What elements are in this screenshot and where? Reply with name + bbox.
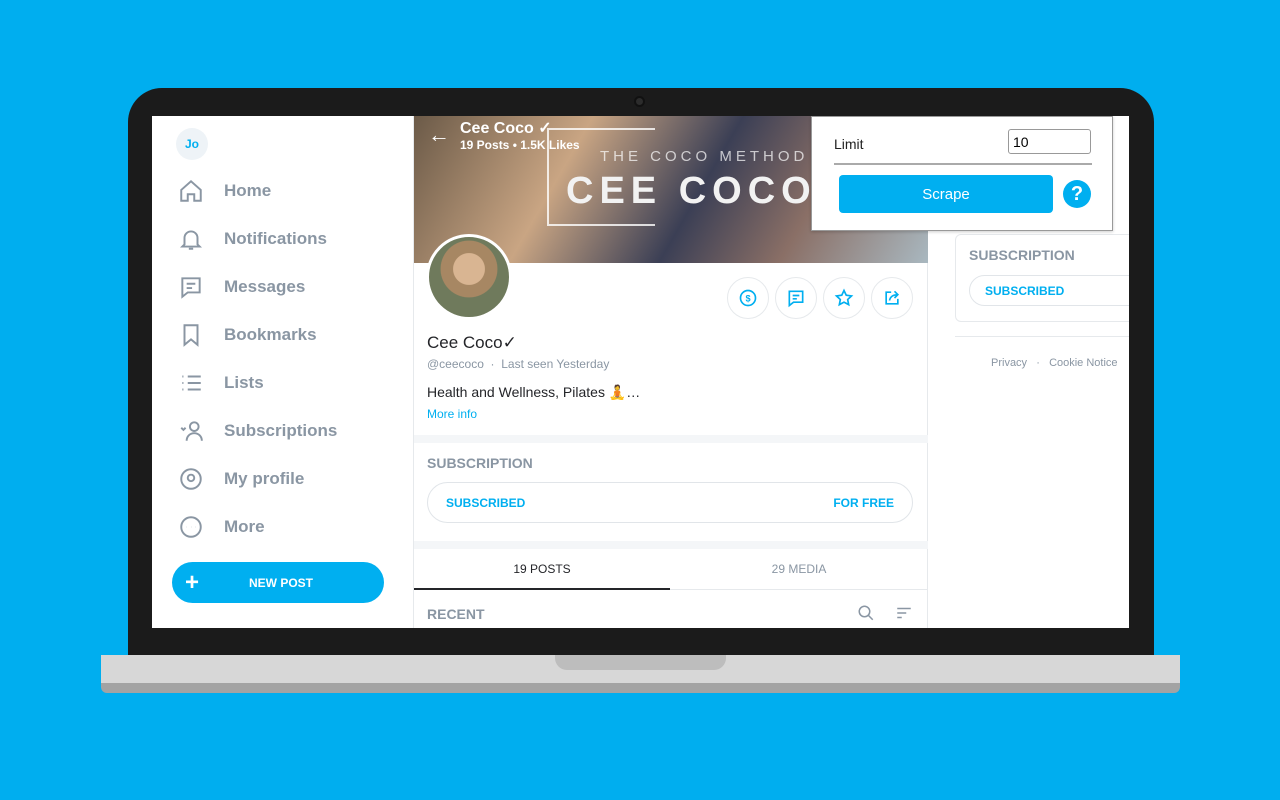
scraper-popup: Limit Scrape ? bbox=[811, 116, 1113, 231]
svg-text:$: $ bbox=[745, 293, 750, 303]
favorite-button[interactable] bbox=[823, 277, 865, 319]
bookmark-icon bbox=[183, 324, 199, 347]
privacy-link[interactable]: Privacy bbox=[991, 357, 1027, 369]
message-button[interactable] bbox=[775, 277, 817, 319]
profile-name: Cee Coco✓ bbox=[427, 333, 517, 352]
dollar-icon: $ bbox=[739, 289, 757, 307]
help-icon[interactable]: ? bbox=[1063, 180, 1091, 208]
tab-media[interactable]: 29 MEDIA bbox=[670, 549, 928, 590]
sidebar-item-more[interactable]: More bbox=[178, 512, 398, 542]
message-icon bbox=[788, 290, 804, 308]
bell-icon bbox=[179, 230, 203, 250]
tip-button[interactable]: $ bbox=[727, 277, 769, 319]
laptop-notch bbox=[555, 655, 726, 670]
right-subscription-card: SUBSCRIPTION SUBSCRIBED bbox=[955, 234, 1129, 322]
list-icon bbox=[182, 375, 201, 391]
sidebar-item-subscriptions[interactable]: Subscriptions bbox=[178, 416, 398, 446]
avatar[interactable]: Jo bbox=[176, 128, 208, 160]
cookie-notice-link[interactable]: Cookie Notice bbox=[1049, 357, 1117, 369]
laptop-base-bottom bbox=[101, 683, 1180, 693]
sidebar-item-lists[interactable]: Lists bbox=[178, 368, 398, 398]
sidebar-item-my-profile[interactable]: My profile bbox=[178, 464, 398, 494]
sidebar-item-messages[interactable]: Messages bbox=[178, 272, 398, 302]
profile-avatar[interactable] bbox=[426, 234, 512, 320]
share-button[interactable] bbox=[871, 277, 913, 319]
tab-posts[interactable]: 19 POSTS bbox=[414, 549, 670, 590]
subscriptions-icon bbox=[180, 421, 203, 441]
verified-icon: ✓ bbox=[538, 120, 552, 137]
sort-icon[interactable] bbox=[895, 604, 913, 627]
sidebar-item-bookmarks[interactable]: Bookmarks bbox=[178, 320, 398, 350]
bio: Health and Wellness, Pilates 🧘… bbox=[427, 384, 641, 400]
sidebar-item-home[interactable]: Home bbox=[178, 176, 398, 206]
new-post-button[interactable]: + NEW POST bbox=[172, 562, 384, 603]
header-name: Cee Coco ✓ bbox=[460, 120, 552, 137]
star-icon bbox=[834, 288, 854, 307]
limit-input[interactable] bbox=[1008, 129, 1091, 154]
sidebar-item-notifications[interactable]: Notifications bbox=[178, 224, 398, 254]
search-icon[interactable] bbox=[857, 604, 875, 627]
more-icon bbox=[180, 516, 202, 538]
right-subscribed-button[interactable]: SUBSCRIBED bbox=[969, 275, 1129, 306]
scrape-button[interactable]: Scrape bbox=[839, 175, 1053, 213]
message-icon bbox=[181, 277, 201, 299]
more-info-link[interactable]: More info bbox=[427, 407, 477, 421]
home-icon bbox=[180, 179, 202, 202]
subscribed-button[interactable]: SUBSCRIBED FOR FREE bbox=[427, 482, 913, 523]
back-arrow-icon[interactable]: ← bbox=[428, 122, 450, 148]
plus-icon: + bbox=[185, 568, 200, 596]
verified-icon: ✓ bbox=[502, 333, 517, 352]
screen: Jo Home Notifications Messages Bookmarks Lis… bbox=[152, 116, 1129, 628]
camera bbox=[634, 96, 645, 107]
profile-icon bbox=[180, 468, 202, 490]
share-icon bbox=[885, 290, 900, 305]
